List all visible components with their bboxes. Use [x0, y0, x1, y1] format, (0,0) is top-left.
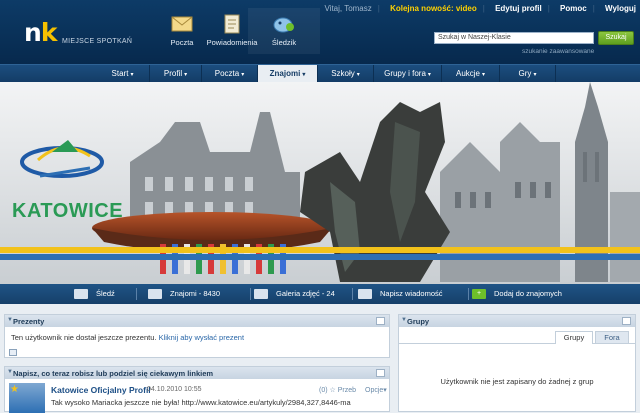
post-date: 04.10.2010 10:55	[147, 386, 202, 393]
add-friend-action[interactable]: + Dodaj do znajomych	[472, 288, 562, 300]
mail-icon	[358, 289, 372, 300]
follow-icon	[74, 289, 88, 300]
gift-icon	[9, 349, 17, 356]
menu-grupy[interactable]: Grupy i fora ▾	[374, 65, 442, 83]
search-input[interactable]: Szukaj w Naszej-Klasie	[434, 32, 594, 44]
groups-panel: ▼ Grupy Grupy Fora Użytkownik nie jest z…	[398, 314, 636, 412]
menu-start[interactable]: Start ▾	[96, 65, 150, 83]
post-like-action[interactable]: (0) ☆ Przeb	[319, 386, 356, 394]
post-author[interactable]: Katowice Oficjalny Profil	[51, 385, 151, 395]
logout-link[interactable]: Wyloguj	[605, 4, 636, 13]
nav-sledzik-label: Śledzik	[271, 38, 297, 47]
chevron-down-icon: ▾	[383, 387, 387, 394]
user-greeting: Vitaj, Tomasz	[324, 4, 372, 13]
minimize-icon[interactable]	[376, 369, 385, 377]
gallery-icon	[254, 289, 268, 300]
write-message-action[interactable]: Napisz wiadomość	[358, 288, 443, 300]
status-prompt: Napisz, co teraz robisz lub podziel się …	[13, 369, 214, 378]
menu-poczta[interactable]: Poczta ▾	[202, 65, 258, 83]
main-menu: Start ▾ Profil ▾ Poczta ▾ Znajomi ▾ Szkoły ▾ …	[0, 64, 640, 83]
status-panel-header: ▼ Napisz, co teraz robisz lub podziel si…	[5, 367, 389, 379]
envelope-icon	[171, 16, 193, 32]
chevron-down-icon: ▾	[184, 72, 188, 78]
menu-gry[interactable]: Gry ▾	[500, 65, 556, 83]
menu-aukcje[interactable]: Aukcje ▾	[442, 65, 500, 83]
chevron-down-icon: ▾	[302, 72, 306, 78]
help-link[interactable]: Pomoc	[560, 4, 587, 13]
status-panel: ▼ Napisz, co teraz robisz lub podziel si…	[4, 366, 390, 413]
minimize-icon[interactable]	[376, 317, 385, 325]
star-icon: ★	[10, 384, 19, 395]
chevron-down-icon: ▾	[427, 72, 431, 78]
chevron-down-icon: ▾	[482, 72, 486, 78]
post-options[interactable]: Opcje▾	[365, 386, 387, 394]
gifts-panel: ▼ Prezenty Ten użytkownik nie dostał jes…	[4, 314, 390, 358]
tab-groups[interactable]: Grupy	[555, 331, 593, 344]
search-button[interactable]: Szukaj	[598, 31, 634, 45]
groups-panel-header: ▼ Grupy	[399, 315, 635, 327]
advanced-search-link[interactable]: szukanie zaawansowane	[522, 48, 594, 55]
top-links: Vitaj, Tomasz | Kolejna nowość: video | Ed…	[324, 4, 636, 13]
groups-empty-text: Użytkownik nie jest zapisany do żadnej z…	[440, 377, 594, 386]
bird-icon	[273, 17, 294, 33]
gifts-title: Prezenty	[13, 317, 45, 326]
top-header: nk MIEJSCE SPOTKAŃ Poczta Powiadomienia …	[0, 0, 640, 64]
tab-forums[interactable]: Fora	[595, 331, 629, 344]
gallery-action[interactable]: Galeria zdjęć - 24	[254, 288, 335, 300]
gifts-panel-header: ▼ Prezenty	[5, 315, 389, 327]
video-link[interactable]: Kolejna nowość: video	[390, 4, 477, 13]
profile-actions: Śledź Znajomi - 8430 Galeria zdjęć - 24 …	[0, 284, 640, 304]
tagline: MIEJSCE SPOTKAŃ	[62, 38, 133, 45]
menu-znajomi[interactable]: Znajomi ▾	[258, 65, 318, 83]
notification-icon	[224, 14, 240, 34]
gifts-empty-text: Ten użytkownik nie dostał jeszcze prezen…	[11, 333, 157, 342]
chevron-down-icon: ▾	[356, 72, 360, 78]
chevron-down-icon: ▾	[533, 72, 537, 78]
add-friend-icon: +	[472, 289, 486, 300]
collapse-arrow-icon[interactable]: ▼	[7, 369, 13, 375]
avatar[interactable]: ★	[9, 383, 45, 413]
menu-szkoly[interactable]: Szkoły ▾	[318, 65, 374, 83]
friends-action[interactable]: Znajomi - 8430	[148, 288, 220, 300]
profile-banner: KATOWICE	[0, 82, 640, 284]
katowice-banner-image	[0, 82, 640, 284]
follow-action[interactable]: Śledź	[74, 288, 115, 300]
send-gift-link[interactable]: Kliknij aby wysłać prezent	[159, 333, 244, 342]
nav-poczta-label: Poczta	[170, 38, 194, 47]
menu-profil[interactable]: Profil ▾	[150, 65, 202, 83]
search-button-label: Szukaj	[605, 34, 627, 41]
nav-sledzik[interactable]: Śledzik	[248, 8, 320, 54]
collapse-arrow-icon[interactable]: ▼	[7, 317, 13, 323]
groups-tabbar: Grupy Fora	[399, 330, 635, 344]
minimize-icon[interactable]	[622, 317, 631, 325]
edit-profile-link[interactable]: Edytuj profil	[495, 4, 542, 13]
friends-icon	[148, 289, 162, 300]
collapse-arrow-icon[interactable]: ▼	[401, 317, 407, 323]
nk-logo[interactable]: nk	[24, 18, 57, 47]
post-text: Tak wysoko Mariacka jeszcze nie była! ht…	[51, 398, 351, 407]
gifts-content: Ten użytkownik nie dostał jeszcze prezen…	[5, 327, 389, 344]
city-name: KATOWICE	[12, 200, 124, 222]
chevron-down-icon: ▾	[130, 72, 134, 78]
chevron-down-icon: ▾	[241, 72, 245, 78]
groups-title: Grupy	[407, 317, 430, 326]
